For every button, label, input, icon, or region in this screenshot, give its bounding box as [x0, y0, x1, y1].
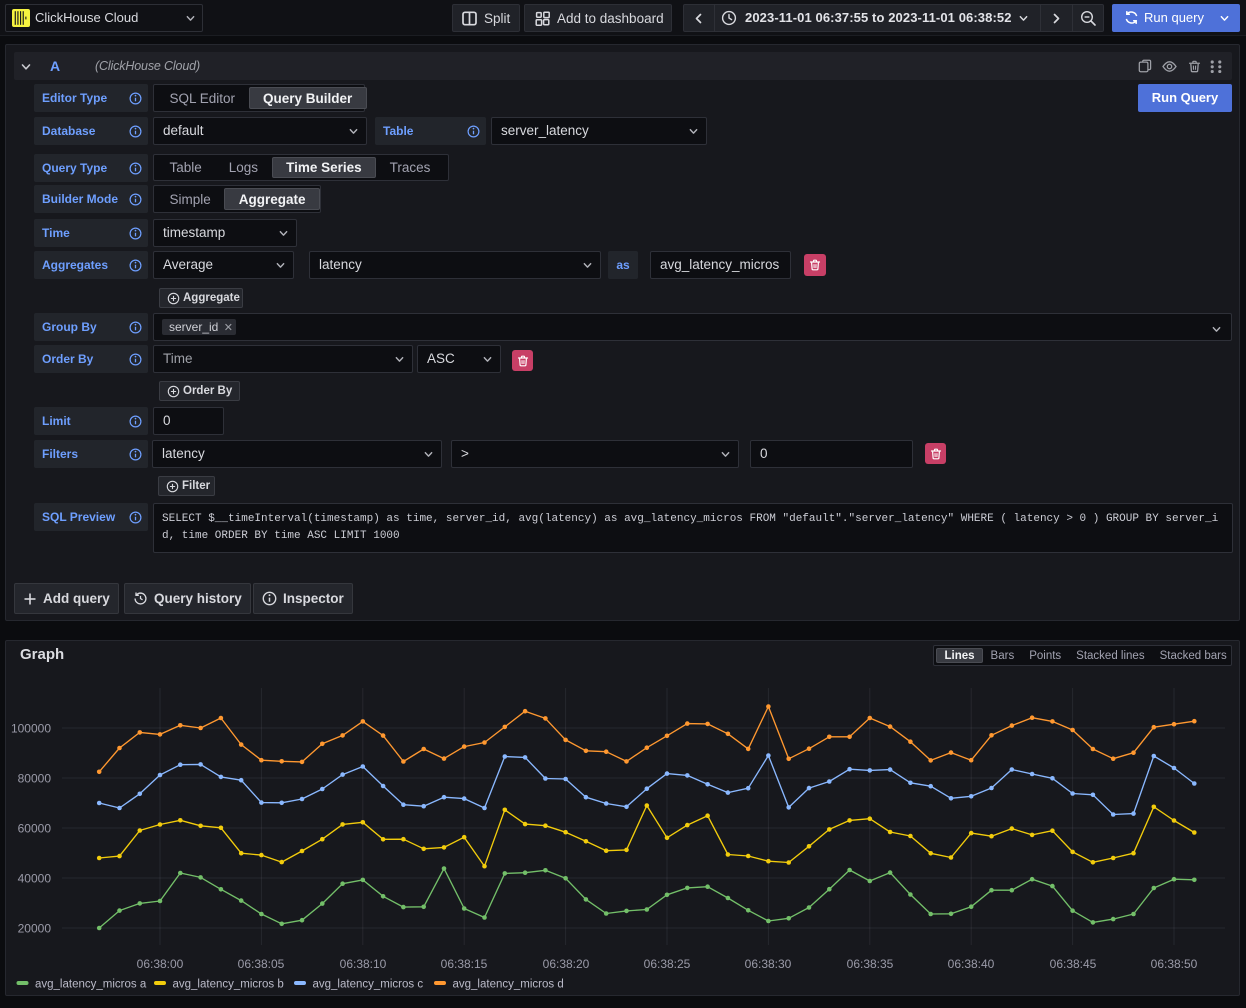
svg-text:06:38:35: 06:38:35: [847, 957, 894, 971]
svg-text:40000: 40000: [18, 872, 52, 886]
svg-text:avg_latency_micros a: avg_latency_micros a: [35, 979, 147, 991]
svg-text:06:38:00: 06:38:00: [137, 957, 184, 971]
svg-text:avg_latency_micros c: avg_latency_micros c: [313, 979, 424, 991]
svg-text:20000: 20000: [18, 922, 52, 936]
svg-text:06:38:15: 06:38:15: [441, 957, 488, 971]
svg-text:100000: 100000: [11, 722, 51, 736]
svg-text:06:38:40: 06:38:40: [948, 957, 995, 971]
svg-text:avg_latency_micros b: avg_latency_micros b: [173, 979, 284, 991]
svg-text:80000: 80000: [18, 772, 52, 786]
svg-text:06:38:05: 06:38:05: [238, 957, 285, 971]
svg-text:06:38:50: 06:38:50: [1151, 957, 1198, 971]
svg-text:06:38:20: 06:38:20: [543, 957, 590, 971]
svg-text:60000: 60000: [18, 822, 52, 836]
svg-text:06:38:10: 06:38:10: [340, 957, 387, 971]
svg-text:avg_latency_micros d: avg_latency_micros d: [453, 979, 564, 991]
svg-text:06:38:30: 06:38:30: [745, 957, 792, 971]
svg-text:06:38:25: 06:38:25: [644, 957, 691, 971]
svg-text:06:38:45: 06:38:45: [1050, 957, 1097, 971]
